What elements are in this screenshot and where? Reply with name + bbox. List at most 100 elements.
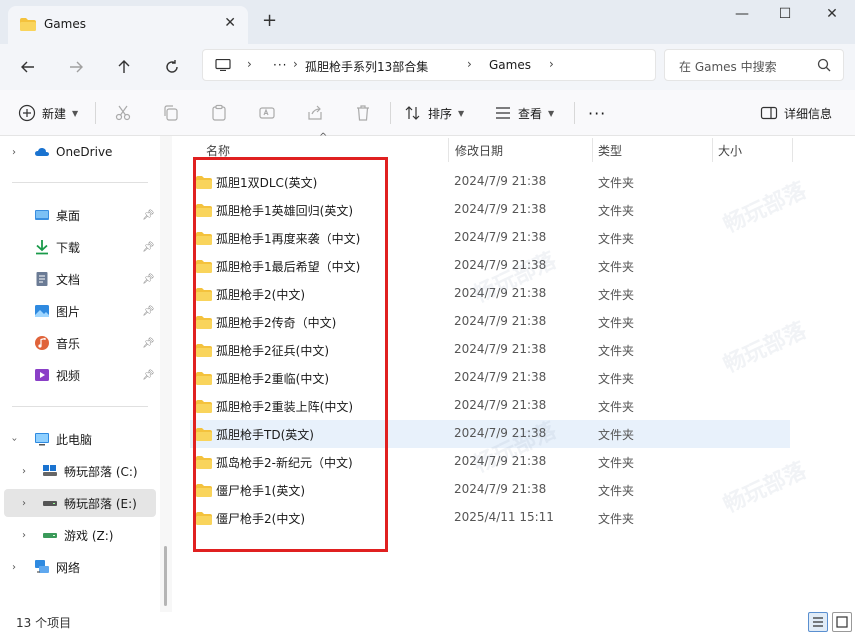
file-date: 2024/7/9 21:38 xyxy=(454,174,547,188)
sort-icon xyxy=(405,106,420,120)
tab-games[interactable]: Games ✕ xyxy=(8,6,248,44)
sidebar-item-drive-z[interactable]: › 游戏 (Z:) xyxy=(0,521,156,549)
column-date[interactable]: 修改日期 xyxy=(455,142,503,159)
sidebar-item-music[interactable]: 音乐 📌︎ xyxy=(0,329,156,357)
file-date: 2024/7/9 21:38 xyxy=(454,482,547,496)
maximize-button[interactable]: ☐ xyxy=(770,6,800,26)
file-type: 文件夹 xyxy=(598,232,635,246)
toolbar-divider xyxy=(390,102,391,124)
plus-circle-icon xyxy=(18,104,36,122)
sidebar-item-onedrive[interactable]: › OneDrive xyxy=(0,138,156,166)
rename-icon[interactable] xyxy=(258,104,276,122)
paste-icon[interactable] xyxy=(210,104,228,122)
back-button[interactable] xyxy=(14,53,42,81)
sidebar-item-label: 桌面 xyxy=(56,208,81,223)
new-button[interactable]: 新建 ▼ xyxy=(18,102,78,124)
sidebar-item-label: OneDrive xyxy=(56,145,113,159)
sidebar-item-label: 文档 xyxy=(56,272,81,287)
address-bar[interactable]: › ··· › 孤胆枪手系列13部合集 › Games › xyxy=(202,49,656,81)
address-segment-collection[interactable]: 孤胆枪手系列13部合集 xyxy=(305,58,428,75)
sidebar-item-drive-c[interactable]: › 畅玩部落 (C:) xyxy=(0,457,156,485)
column-divider[interactable] xyxy=(712,138,713,162)
drive-icon xyxy=(43,501,57,506)
minimize-button[interactable]: — xyxy=(727,6,757,26)
sidebar-item-downloads[interactable]: 下载 📌︎ xyxy=(0,233,156,261)
refresh-button[interactable] xyxy=(158,53,186,81)
arrow-right-icon xyxy=(70,61,83,73)
sort-button[interactable]: 排序 ▼ xyxy=(404,102,464,124)
computer-icon xyxy=(215,59,231,71)
file-type: 文件夹 xyxy=(598,456,635,470)
cut-icon[interactable] xyxy=(114,104,132,122)
file-date: 2024/7/9 21:38 xyxy=(454,454,547,468)
file-type: 文件夹 xyxy=(598,176,635,190)
file-type: 文件夹 xyxy=(598,260,635,274)
new-label: 新建 xyxy=(42,106,67,121)
view-button[interactable]: 查看 ▼ xyxy=(494,102,554,124)
tiles-view-button[interactable] xyxy=(832,612,852,632)
share-icon[interactable] xyxy=(306,104,324,122)
file-date: 2024/7/9 21:38 xyxy=(454,426,547,440)
details-view-icon xyxy=(813,617,823,627)
sidebar-scrollbar[interactable] xyxy=(160,136,172,612)
file-date: 2024/7/9 21:38 xyxy=(454,342,547,356)
search-icon[interactable] xyxy=(817,58,831,72)
chevron-right-icon[interactable]: › xyxy=(22,498,26,509)
sidebar-item-label: 网络 xyxy=(56,560,81,575)
document-icon xyxy=(36,272,48,286)
chevron-right-icon: › xyxy=(293,57,298,71)
column-divider[interactable] xyxy=(592,138,593,162)
column-type[interactable]: 类型 xyxy=(598,142,622,159)
command-bar: 新建 ▼ 排序 ▼ 查看 ▼ ··· 详细信息 xyxy=(0,90,855,136)
chevron-down-icon: ▼ xyxy=(72,108,79,118)
sidebar-item-documents[interactable]: 文档 📌︎ xyxy=(0,265,156,293)
download-icon xyxy=(36,240,48,255)
up-button[interactable] xyxy=(110,53,138,81)
more-options-button[interactable]: ··· xyxy=(588,102,606,124)
file-date: 2024/7/9 21:38 xyxy=(454,398,547,412)
chevron-right-icon[interactable]: › xyxy=(22,530,26,541)
pin-icon: 📌︎ xyxy=(142,273,155,285)
chevron-down-icon: ▼ xyxy=(548,108,555,118)
cloud-icon xyxy=(35,147,49,156)
column-size[interactable]: 大小 xyxy=(718,142,742,159)
chevron-right-icon[interactable]: › xyxy=(12,147,16,158)
file-type: 文件夹 xyxy=(598,512,635,526)
delete-icon[interactable] xyxy=(354,104,372,122)
picture-icon xyxy=(35,305,49,317)
copy-icon[interactable] xyxy=(162,104,180,122)
scrollbar-thumb[interactable] xyxy=(164,546,167,606)
chevron-right-icon[interactable]: › xyxy=(22,466,26,477)
sidebar-item-network[interactable]: › 网络 xyxy=(0,553,156,581)
close-button[interactable]: ✕ xyxy=(817,6,847,26)
sidebar-item-desktop[interactable]: 桌面 📌︎ xyxy=(0,201,156,229)
pin-icon: 📌︎ xyxy=(142,209,155,221)
navigation-bar: › ··· › 孤胆枪手系列13部合集 › Games › 在 Games 中搜… xyxy=(0,44,855,90)
chevron-right-icon[interactable]: › xyxy=(12,562,16,573)
sidebar-divider xyxy=(12,406,148,407)
new-tab-button[interactable]: + xyxy=(262,12,277,30)
details-pane-icon xyxy=(760,106,778,120)
forward-button[interactable] xyxy=(62,53,90,81)
chevron-down-icon[interactable]: › xyxy=(9,437,20,441)
sidebar-item-this-pc[interactable]: › 此电脑 xyxy=(0,425,156,453)
search-input[interactable]: 在 Games 中搜索 xyxy=(664,49,844,81)
music-icon xyxy=(35,336,49,350)
pin-icon: 📌︎ xyxy=(142,337,155,349)
file-type: 文件夹 xyxy=(598,400,635,414)
details-pane-button[interactable]: 详细信息 xyxy=(760,102,832,124)
sidebar-item-pictures[interactable]: 图片 📌︎ xyxy=(0,297,156,325)
address-segment-games[interactable]: Games xyxy=(489,58,531,72)
details-label: 详细信息 xyxy=(784,106,833,121)
column-divider[interactable] xyxy=(448,138,449,162)
search-placeholder: 在 Games 中搜索 xyxy=(679,60,777,74)
file-date: 2025/4/11 15:11 xyxy=(454,510,554,524)
column-divider[interactable] xyxy=(792,138,793,162)
chevron-right-icon: › xyxy=(549,57,554,71)
sidebar-item-videos[interactable]: 视频 📌︎ xyxy=(0,361,156,389)
sidebar-item-drive-e[interactable]: › 畅玩部落 (E:) xyxy=(4,489,156,517)
file-date: 2024/7/9 21:38 xyxy=(454,230,547,244)
tab-close-icon[interactable]: ✕ xyxy=(224,15,236,31)
details-view-button[interactable] xyxy=(808,612,828,632)
address-more-button[interactable]: ··· xyxy=(273,58,287,72)
